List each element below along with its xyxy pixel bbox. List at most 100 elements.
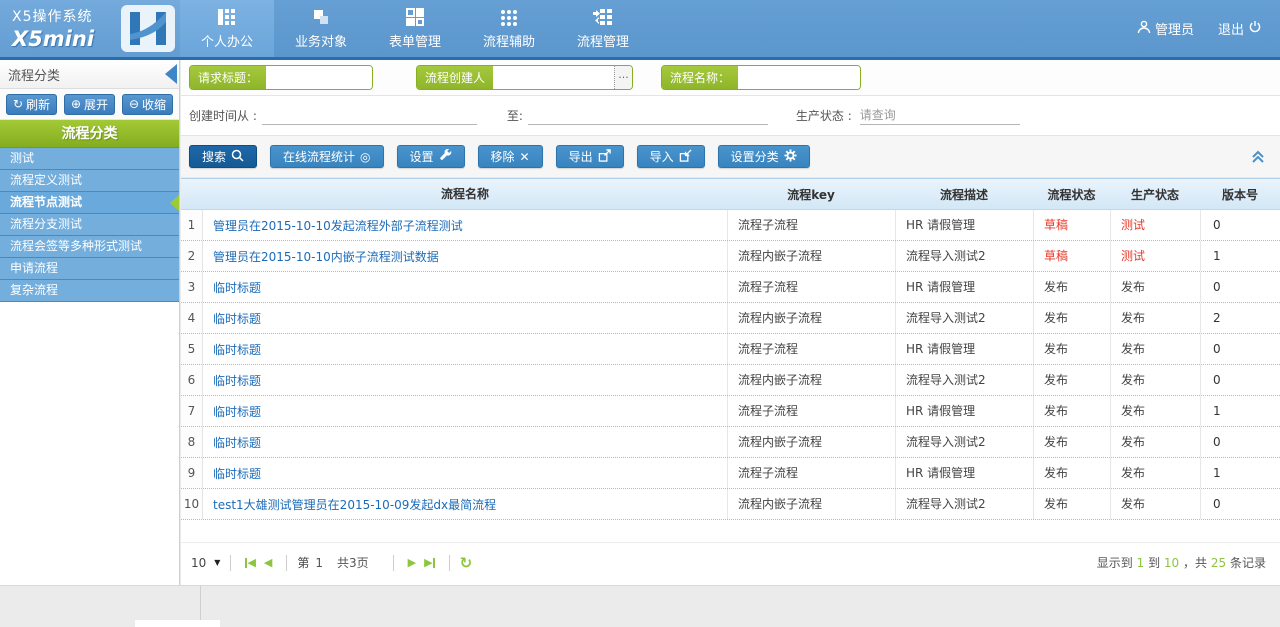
version: 1 (1200, 458, 1280, 488)
table-row: 8 临时标题 流程内嵌子流程 流程导入测试2 发布 发布 0 (181, 427, 1280, 458)
next-page-button[interactable]: ▶ (408, 556, 416, 569)
gear-icon (784, 149, 797, 165)
process-name-label: 流程名称： (662, 66, 738, 89)
expand-button[interactable]: ⊕ 展开 (64, 94, 115, 115)
reload-icon[interactable]: ↻ (460, 554, 473, 572)
tab-business-object[interactable]: 业务对象 (274, 0, 368, 57)
main-nav: 个人办公 业务对象 表单管理 (180, 0, 650, 57)
sidebar-panel-title: 流程分类 (8, 65, 60, 84)
brand-area: X5操作系统 X5mini (0, 0, 180, 57)
settings-button[interactable]: 设置 (397, 145, 465, 168)
wrench-icon (439, 149, 452, 165)
table-row: 5 临时标题 流程子流程 HR 请假管理 发布 发布 0 (181, 334, 1280, 365)
first-page-button[interactable]: ◀ (245, 556, 255, 569)
tree-item[interactable]: 复杂流程 (0, 280, 179, 302)
creator-picker-button[interactable]: ··· (614, 66, 632, 89)
process-name-input[interactable] (738, 66, 860, 89)
brand-text: X5操作系统 X5mini (12, 6, 94, 51)
total-pages: 共3页 (337, 554, 369, 571)
process-desc: 流程导入测试2 (895, 489, 1033, 519)
tab-process-management[interactable]: 流程管理 (556, 0, 650, 57)
expand-icon: ⊕ (71, 98, 81, 110)
export-button[interactable]: 导出 (556, 145, 624, 168)
process-key: 流程子流程 (727, 458, 895, 488)
current-page-input[interactable]: 1 (315, 556, 323, 570)
col-header-process-desc: 流程描述 (895, 179, 1033, 209)
created-to-input[interactable] (528, 107, 768, 123)
process-name-link[interactable]: 管理员在2015-10-10发起流程外部子流程测试 (213, 219, 463, 233)
page-label: 第 (297, 554, 309, 571)
tree-item[interactable]: 流程分支测试 (0, 214, 179, 236)
divider (286, 555, 287, 571)
remove-button[interactable]: 移除 ✕ (478, 145, 543, 168)
import-button[interactable]: 导入 (637, 145, 705, 168)
request-title-input[interactable] (266, 66, 372, 89)
refresh-icon: ↻ (13, 98, 23, 110)
process-desc: 流程导入测试2 (895, 303, 1033, 333)
tree-item[interactable]: 流程定义测试 (0, 170, 179, 192)
to-label: 至: (507, 107, 523, 124)
row-number: 2 (181, 241, 203, 271)
table-row: 2 管理员在2015-10-10内嵌子流程测试数据 流程内嵌子流程 流程导入测试… (181, 241, 1280, 272)
version: 1 (1200, 241, 1280, 271)
table-header: 流程名称 流程key 流程描述 流程状态 生产状态 版本号 (181, 178, 1280, 210)
creator-input[interactable] (493, 66, 614, 89)
page-size-select[interactable]: 10 ▼ (191, 556, 220, 570)
topbar: X5操作系统 X5mini (0, 0, 1280, 57)
process-desc: HR 请假管理 (895, 210, 1033, 240)
col-header-production-status: 生产状态 (1110, 179, 1200, 209)
prev-page-button[interactable]: ◀ (264, 556, 272, 569)
process-name-link[interactable]: 临时标题 (213, 405, 261, 419)
current-user[interactable]: 管理员 (1137, 19, 1194, 38)
online-stats-button[interactable]: 在线流程统计 ◎ (270, 145, 384, 168)
process-status: 草稿 (1033, 241, 1110, 271)
process-name-link[interactable]: 管理员在2015-10-10内嵌子流程测试数据 (213, 250, 439, 264)
row-number: 8 (181, 427, 203, 457)
refresh-button[interactable]: ↻ 刷新 (6, 94, 57, 115)
action-toolbar: 搜索 在线流程统计 ◎ 设置 移除 (181, 136, 1280, 178)
process-name-link[interactable]: test1大雄测试管理员在2015-10-09发起dx最简流程 (213, 498, 496, 512)
production-status: 发布 (1110, 427, 1200, 457)
tab-process-assist[interactable]: 流程辅助 (462, 0, 556, 57)
process-status: 发布 (1033, 489, 1110, 519)
process-key: 流程子流程 (727, 396, 895, 426)
tree-item[interactable]: 测试 (0, 148, 179, 170)
footer-resize-handle[interactable] (135, 620, 220, 627)
tree-item[interactable]: 申请流程 (0, 258, 179, 280)
logout-button[interactable]: 退出 (1218, 19, 1262, 38)
target-icon: ◎ (360, 150, 370, 164)
production-status: 发布 (1110, 396, 1200, 426)
last-page-button[interactable]: ▶ (424, 556, 434, 569)
tab-form-management[interactable]: 表单管理 (368, 0, 462, 57)
process-name-link[interactable]: 临时标题 (213, 312, 261, 326)
process-key: 流程内嵌子流程 (727, 489, 895, 519)
search-button[interactable]: 搜索 (189, 145, 257, 168)
process-name-link[interactable]: 临时标题 (213, 436, 261, 450)
col-header-process-status: 流程状态 (1033, 179, 1110, 209)
process-name-link[interactable]: 临时标题 (213, 374, 261, 388)
production-status-input[interactable] (860, 107, 1020, 123)
row-number: 1 (181, 210, 203, 240)
process-name-link[interactable]: 临时标题 (213, 343, 261, 357)
sidebar-collapse-arrow-icon[interactable] (165, 64, 177, 84)
filter-row-2: 创建时间从 : 至: 生产状态 : (181, 96, 1280, 136)
tab-personal-office[interactable]: 个人办公 (180, 0, 274, 57)
tree-item[interactable]: 流程会签等多种形式测试 (0, 236, 179, 258)
production-status: 发布 (1110, 272, 1200, 302)
table-row: 7 临时标题 流程子流程 HR 请假管理 发布 发布 1 (181, 396, 1280, 427)
row-number: 3 (181, 272, 203, 302)
set-category-button[interactable]: 设置分类 (718, 145, 810, 168)
collapse-button[interactable]: ⊖ 收缩 (122, 94, 173, 115)
process-name-link[interactable]: 临时标题 (213, 467, 261, 481)
production-status: 发布 (1110, 458, 1200, 488)
production-status: 测试 (1110, 210, 1200, 240)
process-status: 发布 (1033, 303, 1110, 333)
filter-row-1: 请求标题： 流程创建人 ··· 流程名称： (181, 60, 1280, 96)
request-title-filter: 请求标题： (189, 65, 373, 90)
tree-item-selected[interactable]: 流程节点测试 (0, 192, 179, 214)
created-from-input[interactable] (262, 107, 477, 123)
process-name-link[interactable]: 临时标题 (213, 281, 261, 295)
process-key: 流程内嵌子流程 (727, 303, 895, 333)
panel-collapse-chevron-icon[interactable] (1250, 150, 1266, 164)
import-icon (679, 149, 692, 165)
